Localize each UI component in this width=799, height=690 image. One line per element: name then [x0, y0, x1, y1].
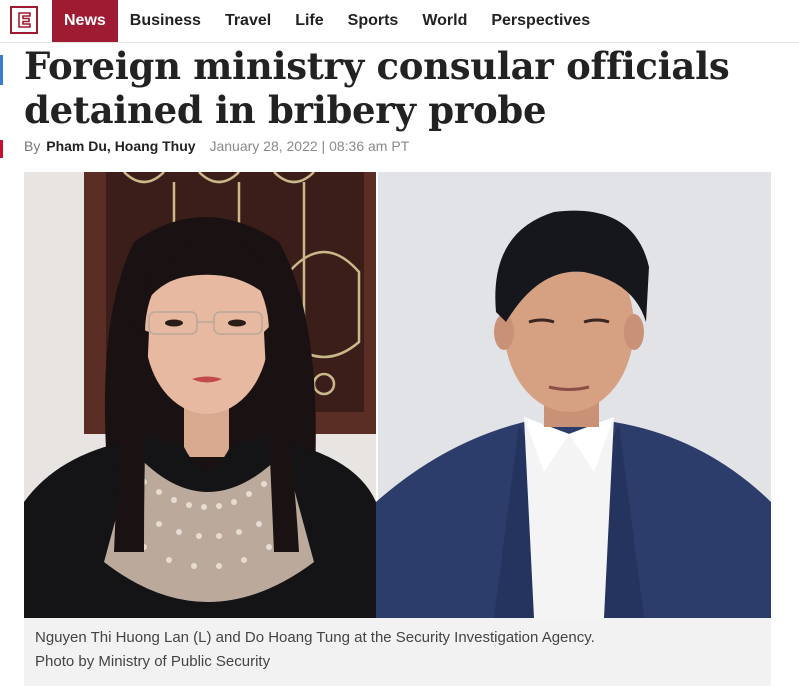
caption-line-1: Nguyen Thi Huong Lan (L) and Do Hoang Tu… — [35, 629, 595, 646]
photo-illustration — [24, 172, 771, 618]
nav-item-travel[interactable]: Travel — [213, 0, 283, 42]
photo-caption: Nguyen Thi Huong Lan (L) and Do Hoang Tu… — [24, 618, 771, 686]
site-logo[interactable] — [10, 6, 38, 34]
nav-item-world[interactable]: World — [410, 0, 479, 42]
top-nav: News Business Travel Life Sports World P… — [0, 0, 799, 43]
article-byline: By Pham Du, Hoang Thuy January 28, 2022 … — [24, 138, 409, 154]
article-headline: Foreign ministry consular officials deta… — [24, 44, 784, 132]
page-edge — [0, 0, 3, 690]
nav-item-life[interactable]: Life — [283, 0, 335, 42]
headline-line-1: Foreign ministry consular officials — [24, 44, 730, 88]
nav-item-perspectives[interactable]: Perspectives — [479, 0, 602, 42]
nav-item-news[interactable]: News — [52, 0, 118, 42]
nav-item-sports[interactable]: Sports — [336, 0, 411, 42]
edge-accent-blue — [0, 55, 3, 85]
edge-accent-red — [0, 140, 3, 158]
publish-date: January 28, 2022 | 08:36 am PT — [209, 138, 410, 154]
nav-item-business[interactable]: Business — [118, 0, 213, 42]
byline-authors[interactable]: Pham Du, Hoang Thuy — [46, 138, 195, 154]
article-photo — [24, 172, 771, 618]
headline-line-2: detained in bribery probe — [24, 88, 547, 132]
logo-e-icon — [18, 12, 31, 28]
byline-prefix: By — [24, 138, 41, 154]
caption-line-2: Photo by Ministry of Public Security — [35, 653, 271, 670]
nav-menu: News Business Travel Life Sports World P… — [50, 0, 602, 42]
